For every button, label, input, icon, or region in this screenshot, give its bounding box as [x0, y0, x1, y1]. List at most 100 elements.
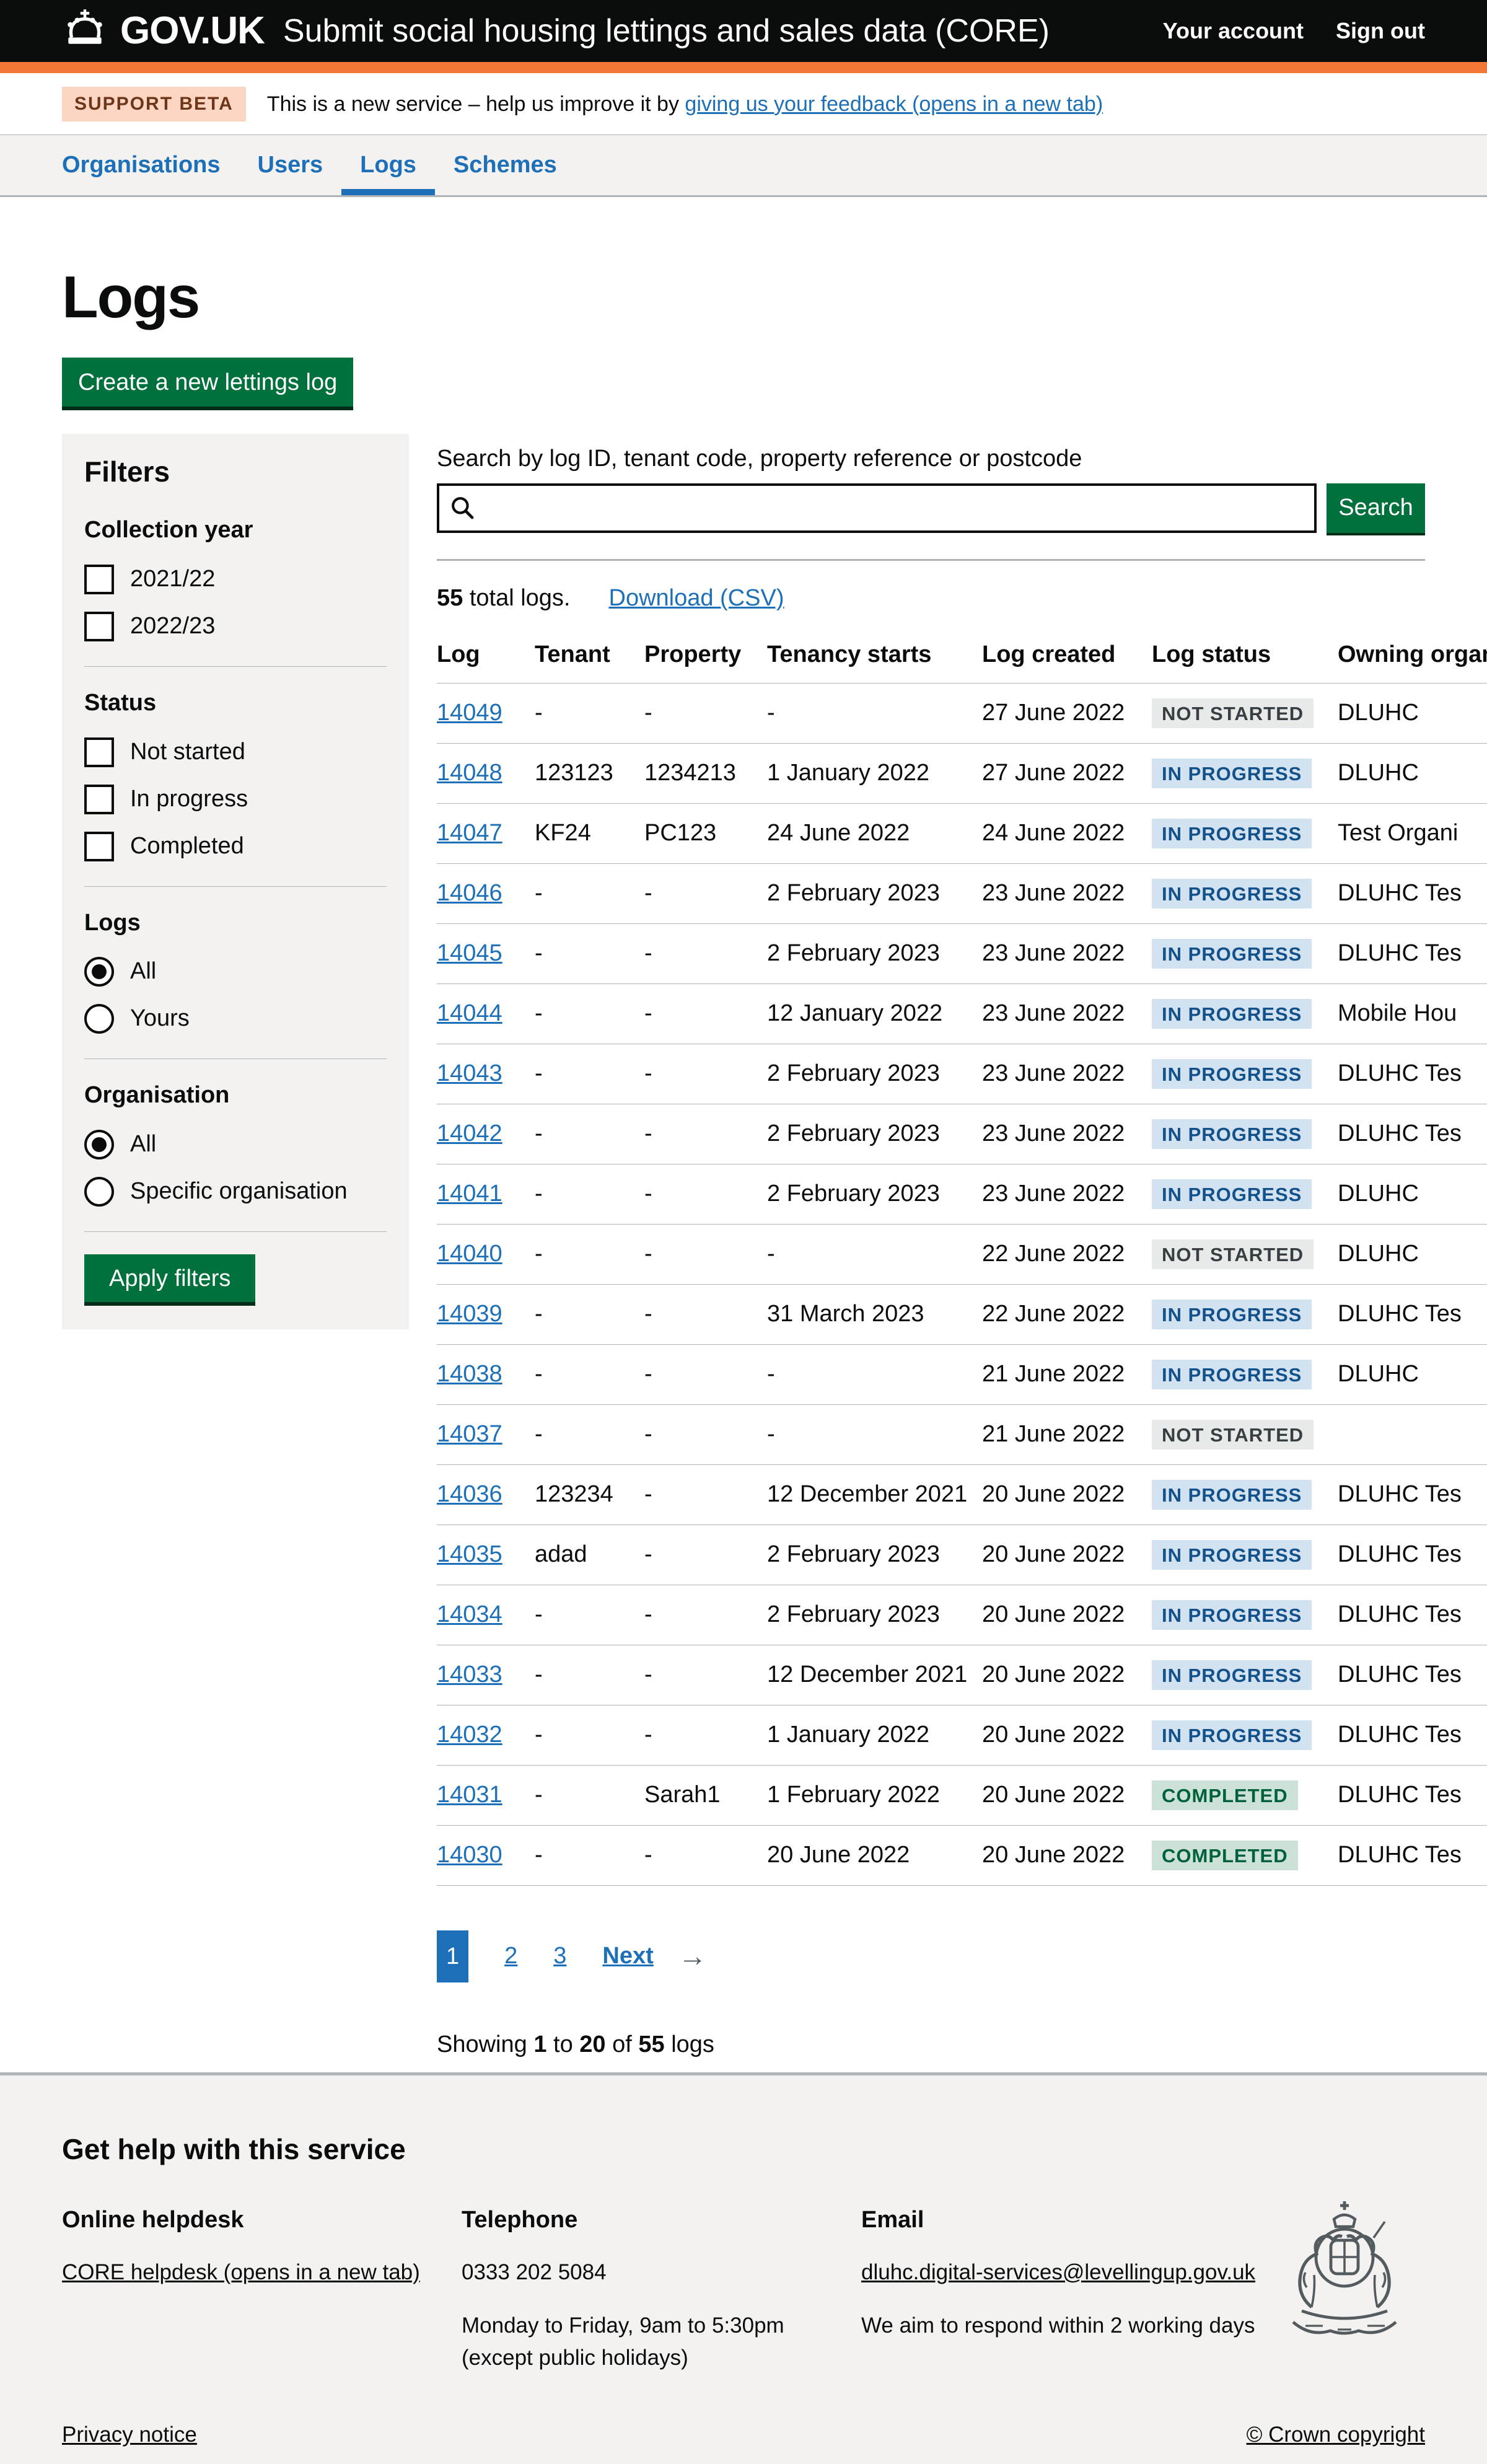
nav-item-schemes[interactable]: Schemes — [435, 135, 576, 195]
govuk-logotype: GOV.UK — [120, 8, 265, 54]
log-link[interactable]: 14033 — [437, 1661, 502, 1687]
log-link[interactable]: 14041 — [437, 1181, 502, 1207]
log-link[interactable]: 14046 — [437, 880, 502, 906]
log-link[interactable]: 14040 — [437, 1241, 502, 1267]
core-helpdesk-link[interactable]: CORE helpdesk (opens in a new tab) — [62, 2260, 420, 2284]
checkbox-completed[interactable] — [84, 832, 114, 861]
showing-p2: to — [546, 2031, 579, 2057]
tenancy-starts-cell: 12 December 2021 — [767, 1464, 982, 1525]
phase-banner: SUPPORT BETA This is a new service – hel… — [0, 73, 1487, 135]
owning-organisation-cell — [1338, 1404, 1487, 1464]
table-row: 14031 - Sarah1 1 February 2022 20 June 2… — [437, 1765, 1487, 1825]
log-link[interactable]: 14049 — [437, 700, 502, 726]
column-header-log-status: Log status — [1152, 641, 1338, 683]
log-link[interactable]: 14036 — [437, 1481, 502, 1507]
column-header-log: Log — [437, 641, 535, 683]
log-link[interactable]: 14030 — [437, 1842, 502, 1868]
tenant-cell: - — [535, 1044, 644, 1104]
checkbox-in-progress[interactable] — [84, 785, 114, 814]
property-cell: - — [644, 683, 767, 743]
checkbox-not-started[interactable] — [84, 737, 114, 767]
logs-legend: Logs — [84, 909, 387, 938]
nav-item-logs[interactable]: Logs — [341, 135, 435, 195]
property-cell: - — [644, 1164, 767, 1224]
log-created-cell: 20 June 2022 — [982, 1585, 1152, 1645]
showing-to: 20 — [579, 2031, 605, 2057]
feedback-link[interactable]: giving us your feedback (opens in a new … — [685, 92, 1103, 116]
status-badge: NOT STARTED — [1152, 1239, 1314, 1269]
checkbox-2021-22[interactable] — [84, 565, 114, 594]
log-link[interactable]: 14032 — [437, 1722, 502, 1748]
nav-item-organisations[interactable]: Organisations — [43, 135, 239, 195]
log-link[interactable]: 14042 — [437, 1120, 502, 1146]
log-created-cell: 23 June 2022 — [982, 1164, 1152, 1224]
header-account-nav: Your account Sign out — [1163, 17, 1425, 44]
log-link[interactable]: 14048 — [437, 760, 502, 786]
radio-organisation-specific-label: Specific organisation — [130, 1177, 348, 1206]
owning-organisation-cell: DLUHC — [1338, 1344, 1487, 1404]
table-row: 14047 KF24 PC123 24 June 2022 24 June 20… — [437, 803, 1487, 863]
apply-filters-button[interactable]: Apply filters — [84, 1254, 255, 1302]
radio-logs-all[interactable] — [84, 957, 114, 987]
log-link[interactable]: 14038 — [437, 1361, 502, 1387]
log-link[interactable]: 14037 — [437, 1421, 502, 1447]
telephone-hours: Monday to Friday, 9am to 5:30pm — [462, 2313, 861, 2339]
results-divider — [437, 559, 1425, 561]
tenant-cell: - — [535, 1224, 644, 1284]
search-button[interactable]: Search — [1327, 483, 1425, 533]
status-badge: IN PROGRESS — [1152, 939, 1312, 969]
log-created-cell: 23 June 2022 — [982, 863, 1152, 923]
status-badge: IN PROGRESS — [1152, 1480, 1312, 1510]
tenancy-starts-cell: 2 February 2023 — [767, 1585, 982, 1645]
property-cell: - — [644, 863, 767, 923]
log-created-cell: 24 June 2022 — [982, 803, 1152, 863]
crown-copyright-link[interactable]: © Crown copyright — [1247, 2422, 1425, 2448]
organisation-legend: Organisation — [84, 1081, 387, 1110]
log-link[interactable]: 14045 — [437, 940, 502, 966]
page-1-current[interactable]: 1 — [437, 1930, 468, 1982]
service-name[interactable]: Submit social housing lettings and sales… — [283, 12, 1050, 50]
showing-p3: of — [606, 2031, 639, 2057]
radio-organisation-specific[interactable] — [84, 1177, 114, 1207]
phase-banner-text-before: This is a new service – help us improve … — [267, 92, 685, 116]
log-link[interactable]: 14043 — [437, 1060, 502, 1086]
checkbox-2022-23[interactable] — [84, 612, 114, 641]
tenancy-starts-cell: - — [767, 1404, 982, 1464]
showing-p1: Showing — [437, 2031, 533, 2057]
log-link[interactable]: 14031 — [437, 1782, 502, 1808]
log-link[interactable]: 14035 — [437, 1541, 502, 1567]
create-lettings-log-button[interactable]: Create a new lettings log — [62, 358, 353, 407]
page-3-link[interactable]: 3 — [553, 1942, 566, 1971]
arrow-right-icon: → — [678, 1939, 707, 1973]
download-csv-link[interactable]: Download (CSV) — [609, 584, 784, 613]
status-badge: IN PROGRESS — [1152, 1720, 1312, 1750]
pagination: 1 2 3 Next → — [437, 1930, 1425, 1982]
log-link[interactable]: 14047 — [437, 820, 502, 846]
privacy-notice-link[interactable]: Privacy notice — [62, 2422, 197, 2448]
status-badge: NOT STARTED — [1152, 1420, 1314, 1450]
log-created-cell: 22 June 2022 — [982, 1224, 1152, 1284]
log-created-cell: 23 June 2022 — [982, 923, 1152, 983]
tenant-cell: - — [535, 1284, 644, 1344]
table-row: 14032 - - 1 January 2022 20 June 2022 IN… — [437, 1705, 1487, 1765]
email-link[interactable]: dluhc.digital-services@levellingup.gov.u… — [861, 2260, 1255, 2284]
page-2-link[interactable]: 2 — [504, 1942, 517, 1971]
table-row: 14046 - - 2 February 2023 23 June 2022 I… — [437, 863, 1487, 923]
log-link[interactable]: 14034 — [437, 1601, 502, 1627]
tenant-cell: - — [535, 1825, 644, 1885]
property-cell: - — [644, 1705, 767, 1765]
log-link[interactable]: 14044 — [437, 1000, 502, 1026]
nav-item-users[interactable]: Users — [239, 135, 342, 195]
your-account-link[interactable]: Your account — [1163, 17, 1304, 44]
owning-organisation-cell: DLUHC Tes — [1338, 1104, 1487, 1164]
search-input[interactable] — [437, 483, 1317, 533]
radio-logs-yours[interactable] — [84, 1004, 114, 1034]
next-link[interactable]: Next — [602, 1942, 653, 1971]
log-link[interactable]: 14039 — [437, 1301, 502, 1327]
tenancy-starts-cell: 12 January 2022 — [767, 983, 982, 1044]
govuk-logo[interactable]: GOV.UK — [62, 8, 265, 54]
table-row: 14041 - - 2 February 2023 23 June 2022 I… — [437, 1164, 1487, 1224]
radio-organisation-all[interactable] — [84, 1130, 114, 1159]
sign-out-link[interactable]: Sign out — [1336, 17, 1425, 44]
table-row: 14040 - - - 22 June 2022 NOT STARTED DLU… — [437, 1224, 1487, 1284]
